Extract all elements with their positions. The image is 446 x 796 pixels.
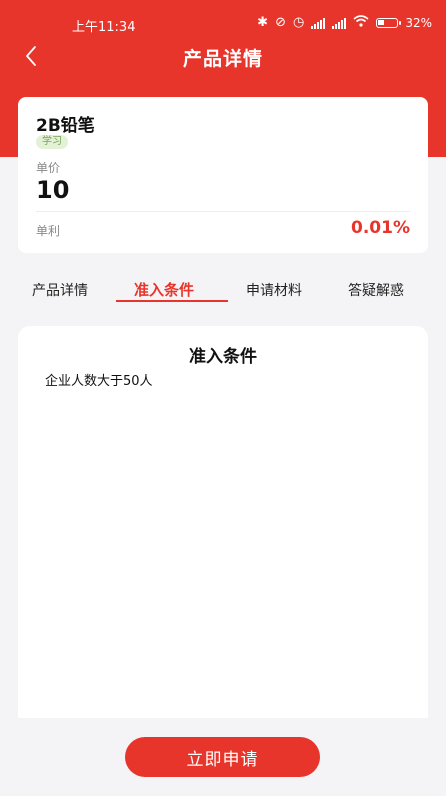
content-title: 准入条件 xyxy=(189,347,257,367)
tab-product-details[interactable]: 产品详情 xyxy=(32,280,88,300)
battery-icon xyxy=(376,18,402,28)
page-title: 产品详情 xyxy=(182,48,263,70)
profit-value: 0.01% xyxy=(351,218,410,238)
mute-icon: ⊘ xyxy=(275,15,286,30)
battery-level: 32% xyxy=(405,16,432,30)
price-value: 10 xyxy=(36,176,70,204)
wifi-icon xyxy=(353,15,369,31)
product-name: 2B铅笔 xyxy=(36,116,95,136)
content-card: 准入条件 企业人数大于50人 xyxy=(18,326,428,718)
divider xyxy=(36,211,410,212)
profit-label: 单利 xyxy=(36,224,61,238)
apply-button[interactable]: 立即申请 xyxy=(125,737,320,777)
tab-faq[interactable]: 答疑解惑 xyxy=(348,280,404,300)
tab-application-materials[interactable]: 申请材料 xyxy=(246,280,302,300)
product-card: 2B铅笔 学习 单价 10 单利 0.01% xyxy=(18,97,428,253)
price-label: 单价 xyxy=(36,161,61,175)
tab-bar: 产品详情 准入条件 申请材料 答疑解惑 xyxy=(0,280,446,306)
tab-admission-conditions[interactable]: 准入条件 xyxy=(134,279,194,300)
alarm-icon: ◷ xyxy=(292,15,305,30)
status-bar: 上午11:34 ✱ ⊘ ◷ 32% xyxy=(0,0,446,40)
bluetooth-icon: ✱ xyxy=(257,15,269,30)
status-time: 上午11:34 xyxy=(72,20,136,35)
content-text: 企业人数大于50人 xyxy=(45,374,153,389)
signal-icon-2 xyxy=(332,17,347,29)
status-icons: ✱ ⊘ ◷ 32% xyxy=(257,15,432,31)
signal-icon xyxy=(311,17,326,29)
category-tag: 学习 xyxy=(36,135,68,149)
active-tab-indicator xyxy=(116,300,228,302)
nav-bar: 产品详情 xyxy=(0,36,446,76)
